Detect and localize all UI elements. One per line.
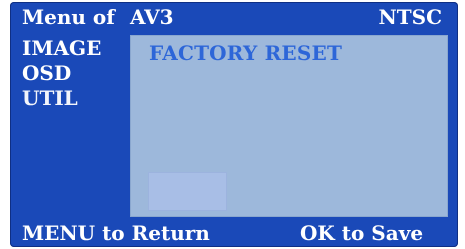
selection-cursor (148, 172, 227, 211)
return-hint: MENU to Return (22, 221, 210, 245)
save-hint: OK to Save (300, 221, 424, 245)
side-menu: IMAGE OSD UTIL (22, 36, 130, 111)
osd-screen: Menu of AV3 NTSC IMAGE OSD UTIL FACTORY … (10, 2, 458, 247)
video-standard: NTSC (378, 5, 442, 29)
menu-header: Menu of AV3 NTSC (10, 2, 458, 34)
menu-item-image[interactable]: IMAGE (22, 36, 130, 61)
menu-title: Menu of (22, 5, 115, 29)
menu-item-util[interactable]: UTIL (22, 86, 130, 111)
content-panel: FACTORY RESET (130, 35, 448, 217)
menu-item-osd[interactable]: OSD (22, 61, 130, 86)
factory-reset-option[interactable]: FACTORY RESET (149, 41, 342, 65)
input-source: AV3 (130, 5, 174, 29)
footer-bar: MENU to Return OK to Save (10, 216, 458, 247)
